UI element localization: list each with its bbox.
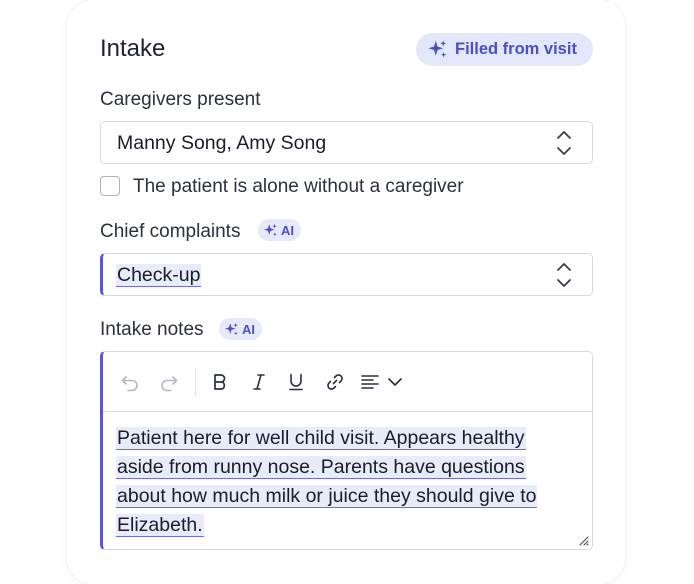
chief-complaints-ai-badge: AI <box>258 219 301 241</box>
filled-from-visit-badge[interactable]: Filled from visit <box>416 33 593 66</box>
chief-complaints-label: Chief complaints <box>100 221 241 242</box>
notes-line: Patient here for well child visit. Appea… <box>116 427 526 450</box>
chief-complaints-select[interactable]: Check-up <box>100 253 593 296</box>
intake-notes-label: Intake notes <box>100 319 204 340</box>
alone-checkbox[interactable] <box>100 176 120 196</box>
caregivers-select[interactable]: Manny Song, Amy Song <box>100 121 593 164</box>
resize-handle-icon[interactable] <box>577 534 589 546</box>
notes-line: about how much milk or juice they should… <box>116 485 538 508</box>
intake-notes-ai-badge: AI <box>219 318 262 340</box>
chevron-down-icon <box>388 378 402 386</box>
ai-badge-label: AI <box>242 321 255 337</box>
toolbar-divider <box>195 368 196 396</box>
alone-checkbox-label: The patient is alone without a caregiver <box>133 176 464 197</box>
ai-badge-label: AI <box>281 222 294 238</box>
undo-button[interactable] <box>119 371 141 393</box>
chief-complaints-value-wrap: Check-up <box>116 263 202 287</box>
sparkle-icon <box>428 40 447 58</box>
underline-icon <box>289 373 303 391</box>
sparkle-icon <box>263 223 277 236</box>
undo-icon <box>121 376 138 392</box>
filled-badge-label: Filled from visit <box>455 40 577 58</box>
intake-notes-text[interactable]: Patient here for well child visit. Appea… <box>116 424 576 540</box>
chevron-up-down-icon <box>557 131 571 155</box>
redo-icon <box>161 376 178 392</box>
notes-line: Elizabeth. <box>116 514 204 537</box>
align-dropdown[interactable] <box>360 371 410 393</box>
redo-button[interactable] <box>158 371 180 393</box>
bold-icon <box>214 374 226 390</box>
editor-toolbar <box>103 352 592 412</box>
align-icon <box>361 375 379 389</box>
italic-button[interactable] <box>248 371 270 393</box>
underline-button[interactable] <box>285 371 307 393</box>
italic-icon <box>253 374 265 390</box>
notes-line: aside from runny nose. Parents have ques… <box>116 456 526 479</box>
intake-notes-editor[interactable]: Patient here for well child visit. Appea… <box>100 351 593 550</box>
chevron-up-down-icon <box>557 263 571 287</box>
sparkle-icon <box>224 322 238 335</box>
page-title: Intake <box>100 35 166 62</box>
bold-button[interactable] <box>209 371 231 393</box>
caregivers-value: Manny Song, Amy Song <box>117 132 327 154</box>
chief-complaints-value: Check-up <box>116 264 202 287</box>
caregivers-label: Caregivers present <box>100 89 261 110</box>
link-icon <box>327 374 343 390</box>
link-button[interactable] <box>324 371 346 393</box>
